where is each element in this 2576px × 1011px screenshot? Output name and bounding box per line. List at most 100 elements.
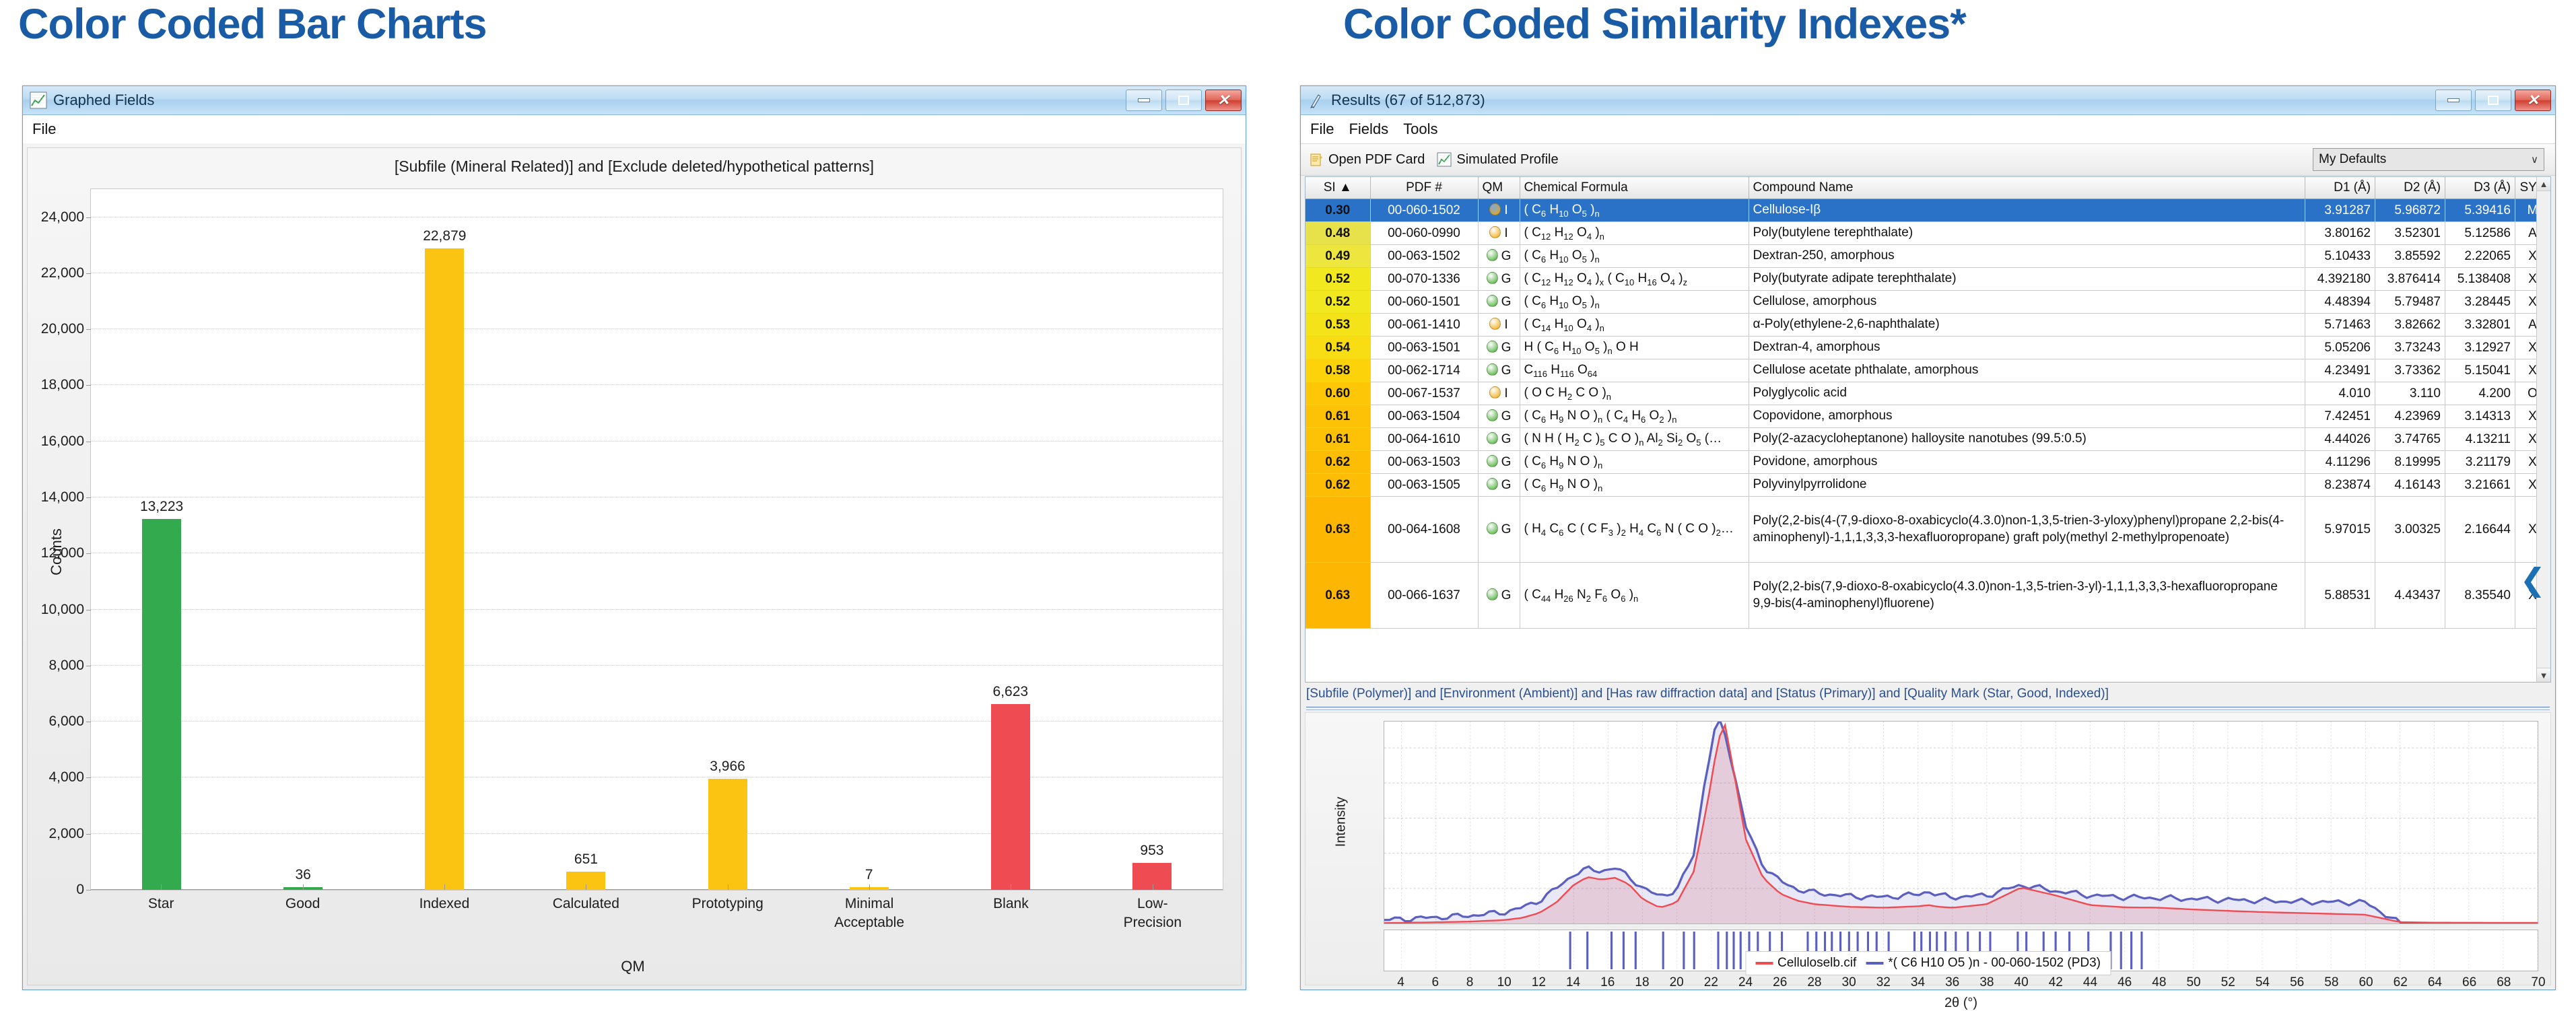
menu-file[interactable]: File [32, 120, 56, 138]
table-cell: G [1478, 244, 1520, 268]
table-row[interactable]: 0.60 00-067-1537 I( O C H2 C O )n Polyglyco… [1306, 382, 2550, 405]
similarity-index-cell: 0.53 [1306, 313, 1371, 337]
bar[interactable]: 6,623 [990, 684, 1030, 890]
table-cell: 5.88531 [2305, 562, 2375, 629]
table-row[interactable]: 0.58 00-062-1714 G C116 H116 O64 Cellulose a… [1306, 359, 2550, 382]
table-row[interactable]: 0.62 00-063-1505 G( C6 H9 N O )n Polyvinylp… [1306, 473, 2550, 497]
table-cell: Dextran-250, amorphous [1749, 244, 2305, 268]
table-row[interactable]: 0.63 00-064-1608 G( H4 C6 C ( C F3 )2 H4 C… [1306, 496, 2550, 563]
scroll-down-icon[interactable]: ▼ [2537, 668, 2550, 682]
maximize-button[interactable] [1165, 90, 1202, 111]
x-axis-label: Prototyping [691, 896, 764, 911]
menu-file[interactable]: File [1310, 120, 1334, 138]
results-toolbar: Open PDF Card Simulated Profile My Defau… [1301, 144, 2555, 176]
table-column-header[interactable]: PDF # [1370, 177, 1479, 199]
scroll-up-icon[interactable]: ▲ [2537, 177, 2550, 191]
table-cell: ( C6 H9 N O )n [1520, 473, 1749, 497]
results-table: SI ▲ PDF # QM Chemical Formula Compound Name… [1306, 177, 2550, 629]
xrd-x-tick: 30 [1841, 975, 1856, 989]
chevron-down-icon: ∨ [2531, 154, 2538, 166]
table-row[interactable]: 0.53 00-061-1410 I( C14 H10 O4 )n α-Poly(et… [1306, 313, 2550, 337]
results-table-wrap[interactable]: SI ▲ PDF # QM Chemical Formula Compound Name… [1305, 176, 2551, 683]
table-cell: 4.44026 [2305, 427, 2375, 451]
x-axis-tick [515, 884, 656, 891]
table-cell: 00-062-1714 [1370, 359, 1479, 382]
table-row[interactable]: 0.54 00-063-1501 G H ( C6 H10 O5 )n O H Dext… [1306, 336, 2550, 359]
table-cell: ( C12 H12 O4 )n [1520, 221, 1749, 245]
table-cell: 00-061-1410 [1370, 313, 1479, 337]
table-cell: ( H4 C6 C ( C F3 )2 H4 C6 N ( C O )2… [1520, 496, 1749, 563]
open-pdf-card-button[interactable]: Open PDF Card [1309, 152, 1425, 168]
table-cell: Poly(2,2-bis(4-(7,9-dioxo-8-oxabicyclo(4… [1749, 496, 2305, 563]
table-scrollbar[interactable]: ▲ ▼ [2536, 177, 2550, 682]
table-cell: 5.15041 [2445, 359, 2515, 382]
table-row[interactable]: 0.48 00-060-0990 I( C12 H12 O4 )n Poly(buty… [1306, 221, 2550, 245]
previous-slide-arrow[interactable]: ❮ [2519, 564, 2546, 595]
y-axis-tick: 18,000 [40, 377, 92, 393]
x-axis-tick [940, 884, 1081, 891]
close-button[interactable]: ✕ [2515, 90, 2551, 111]
table-cell: 00-063-1504 [1370, 405, 1479, 428]
table-cell: 3.52301 [2375, 221, 2445, 245]
bar[interactable]: 22,879 [423, 228, 466, 890]
table-cell: G [1478, 473, 1520, 497]
graphed-fields-titlebar[interactable]: Graphed Fields ✕ [23, 86, 1246, 115]
table-column-header[interactable]: D2 (Å) [2375, 177, 2445, 199]
y-axis-tick: 24,000 [40, 209, 92, 225]
maximize-button[interactable] [2475, 90, 2511, 111]
table-cell: 5.71463 [2305, 313, 2375, 337]
xrd-x-tick: 18 [1635, 975, 1650, 989]
table-cell: 00-063-1505 [1370, 473, 1479, 497]
table-cell: 3.73362 [2375, 359, 2445, 382]
table-column-header[interactable]: Compound Name [1749, 177, 2305, 199]
minimize-button[interactable] [2435, 90, 2472, 111]
xrd-plot-area[interactable]: 020000400006000080000100000 [1384, 721, 2538, 924]
bar[interactable]: 13,223 [140, 499, 183, 890]
table-row[interactable]: 0.62 00-063-1503 G( C6 H9 N O )n Povidone, … [1306, 450, 2550, 474]
table-column-header[interactable]: D1 (Å) [2305, 177, 2375, 199]
similarity-index-cell: 0.62 [1306, 473, 1371, 497]
simulated-profile-button[interactable]: Simulated Profile [1437, 152, 1559, 168]
x-axis-tick [374, 884, 515, 891]
table-cell: Poly(2-azacycloheptanone) halloysite nan… [1749, 427, 2305, 451]
table-cell: 4.13211 [2445, 427, 2515, 451]
table-column-header[interactable]: D3 (Å) [2445, 177, 2515, 199]
close-button[interactable]: ✕ [1205, 90, 1242, 111]
results-titlebar[interactable]: Results (67 of 512,873) ✕ [1301, 86, 2555, 115]
table-row[interactable]: 0.52 00-060-1501 G( C6 H10 O5 )n Cellulose,… [1306, 290, 2550, 314]
chart-icon [30, 92, 47, 109]
table-row[interactable]: 0.30 00-060-1502 I( C6 H10 O5 )n Cellulose-… [1306, 199, 2550, 222]
table-cell: 00-064-1610 [1370, 427, 1479, 451]
table-column-header[interactable]: Chemical Formula [1520, 177, 1749, 199]
graphed-fields-title: Graphed Fields [53, 92, 155, 108]
xrd-x-tick: 62 [2393, 975, 2408, 989]
menu-tools[interactable]: Tools [1403, 120, 1437, 138]
table-cell: 4.392180 [2305, 267, 2375, 291]
table-column-header[interactable]: QM [1478, 177, 1520, 199]
table-cell: 3.876414 [2375, 267, 2445, 291]
table-cell: I [1478, 221, 1520, 245]
x-axis-label: Good [285, 896, 320, 911]
table-cell: C116 H116 O64 [1520, 359, 1749, 382]
filter-summary: [Subfile (Polymer)] and [Environment (Am… [1306, 687, 2109, 701]
table-row[interactable]: 0.52 00-070-1336 G( C12 H12 O4 )x ( C10 H1… [1306, 267, 2550, 291]
xrd-x-axis: 4 6 8 10 12 14 16 18 20 22 24 26 28 30 32 34 36 38 40 42 44 4… [1384, 974, 2545, 994]
bar[interactable]: 3,966 [708, 759, 747, 890]
y-axis-tick: 6,000 [48, 713, 91, 730]
menu-fields[interactable]: Fields [1349, 120, 1388, 138]
xrd-legend: Celluloselb.cif *( C6 H10 O5 )n - 00-060… [1745, 951, 2111, 975]
xrd-x-tick: 14 [1565, 975, 1581, 989]
table-row[interactable]: 0.61 00-064-1610 G( N H ( H2 C )5 C O )n A… [1306, 427, 2550, 451]
preset-dropdown[interactable]: My Defaults ∨ [2313, 148, 2544, 171]
table-cell: 5.10433 [2305, 244, 2375, 268]
table-row[interactable]: 0.63 00-066-1637 G( C44 H26 N2 F6 O6 )n Pol… [1306, 562, 2550, 629]
x-axis-tick [232, 884, 373, 891]
table-column-header[interactable]: SI ▲ [1306, 177, 1371, 199]
table-row[interactable]: 0.61 00-063-1504 G( C6 H9 N O )n ( C4 H6 O… [1306, 405, 2550, 428]
table-cell: 3.110 [2375, 382, 2445, 405]
x-axis-label: Star [147, 896, 174, 911]
minimize-button[interactable] [1126, 90, 1162, 111]
table-row[interactable]: 0.49 00-063-1502 G( C6 H10 O5 )n Dextran-25… [1306, 244, 2550, 268]
table-cell: 00-067-1537 [1370, 382, 1479, 405]
similarity-index-cell: 0.48 [1306, 221, 1371, 245]
